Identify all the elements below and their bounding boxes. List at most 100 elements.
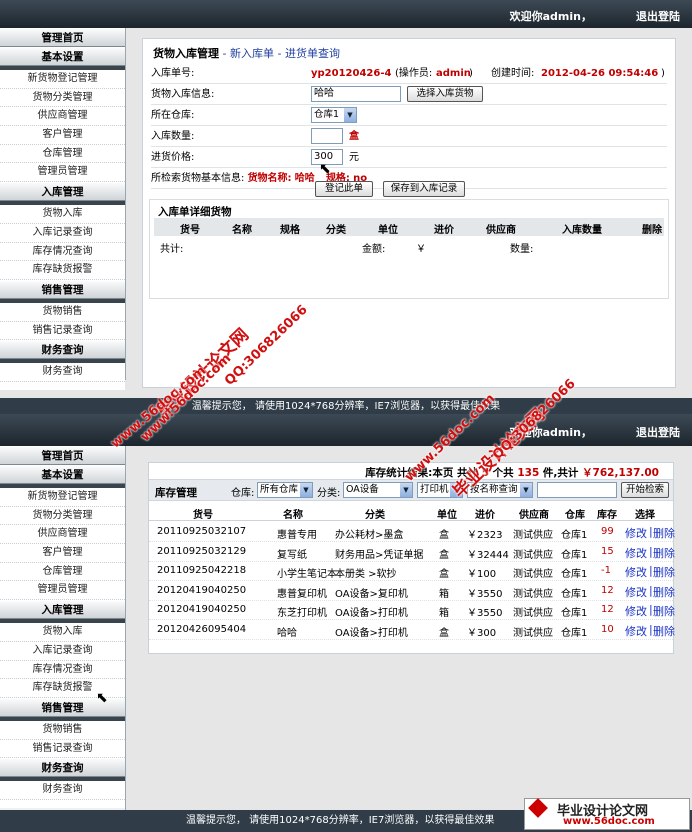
cell-wh: 仓库1	[561, 530, 588, 541]
sidebar-item-sales[interactable]: 货物销售	[0, 720, 125, 740]
cell-code: 20120419040250	[157, 604, 247, 615]
cell-wh: 仓库1	[561, 588, 588, 600]
cell-price: ￥3550	[467, 588, 503, 600]
info-goods-name: 哈哈	[294, 173, 315, 184]
quantity-unit: 盒	[349, 131, 359, 142]
nav-home[interactable]: 管理首页	[0, 28, 125, 47]
cell-code: 20110925042218	[157, 565, 247, 576]
new-in-order-link[interactable]: 新入库单	[230, 47, 274, 60]
sidebar-item-finance[interactable]: 财务查询	[0, 781, 125, 800]
logo-icon	[528, 798, 548, 818]
edit-link[interactable]: 修改	[625, 584, 647, 600]
delete-link[interactable]: 删除	[653, 564, 675, 580]
quantity-input[interactable]	[311, 128, 343, 144]
stock-in-screen: 欢迎你admin， 退出登陆 管理首页 基本设置 新货物登记管理 货物分类管理 …	[0, 0, 692, 416]
sidebar-item-supplier[interactable]: 供应商管理	[0, 107, 125, 127]
sidebar-item-sales-records[interactable]: 销售记录查询	[0, 321, 125, 341]
price-unit: 元	[349, 152, 359, 163]
sidebar-item-admin[interactable]: 管理员管理	[0, 581, 125, 601]
table-row: 20120426095404 哈哈 OA设备>打印机 盒 ￥300 测试供应 仓库1 10 修改…	[149, 621, 675, 640]
nav-basic-settings[interactable]: 基本设置	[0, 465, 125, 484]
cell-sup: 测试供应	[513, 627, 553, 639]
sidebar-item-supplier[interactable]: 供应商管理	[0, 525, 125, 545]
cell-sup: 测试供应	[513, 549, 553, 561]
order-no: yp20120426-4	[311, 68, 392, 79]
delete-link[interactable]: 删除	[653, 545, 675, 561]
chevron-down-icon: ▼	[520, 483, 532, 497]
cell-unit: 箱	[439, 608, 449, 619]
sidebar: 管理首页 基本设置 新货物登记管理 货物分类管理 供应商管理 客户管理 仓库管理…	[0, 446, 126, 810]
edit-link[interactable]: 修改	[625, 545, 647, 561]
sidebar-item-goods-register[interactable]: 新货物登记管理	[0, 70, 125, 89]
sidebar-item-warehouse[interactable]: 仓库管理	[0, 562, 125, 582]
cell-price: ￥300	[467, 627, 497, 639]
nav-basic-settings[interactable]: 基本设置	[0, 47, 125, 66]
table-row: 20110925032129 复写纸 财务用品>凭证单据 盒 ￥32444 测试供应 仓库1…	[149, 543, 675, 562]
nav-finance[interactable]: 财务查询	[0, 758, 125, 778]
form-header: 货物入库管理 - 新入库单 - 进货单查询	[153, 47, 340, 60]
sidebar-item-customer[interactable]: 客户管理	[0, 126, 125, 145]
detail-table-header: 货号 名称 规格 分类 单位 进价 供应商 入库数量 删除	[154, 218, 664, 236]
table-row: 20110925032107 惠普专用 办公耗材>墨盒 盒 ￥2323 测试供应 仓库1 99…	[149, 523, 675, 542]
purchase-query-link[interactable]: 进货单查询	[285, 47, 340, 60]
sidebar-item-stock-alert[interactable]: 库存缺货报警	[0, 261, 125, 280]
sidebar-item-goods-category[interactable]: 货物分类管理	[0, 88, 125, 108]
edit-link[interactable]: 修改	[625, 564, 647, 580]
created-time: 2012-04-26 09:54:46	[541, 68, 659, 79]
nav-sales[interactable]: 销售管理	[0, 279, 125, 299]
nav-finance[interactable]: 财务查询	[0, 340, 125, 360]
delete-link[interactable]: 删除	[653, 584, 675, 600]
delete-link[interactable]: 删除	[653, 603, 675, 619]
cell-code: 20120426095404	[157, 623, 247, 635]
cell-name: 哈哈	[277, 627, 297, 639]
search-input[interactable]	[537, 482, 617, 498]
cell-unit: 盒	[439, 569, 449, 580]
warehouse-row: 所在仓库: 仓库1 ▼	[151, 105, 667, 126]
welcome-text: 欢迎你admin，	[509, 10, 592, 23]
logout-link[interactable]: 退出登陆	[636, 424, 680, 440]
cell-sup: 测试供应	[513, 608, 553, 619]
sidebar-item-warehouse[interactable]: 仓库管理	[0, 144, 125, 164]
sidebar-item-stock-status[interactable]: 库存情况查询	[0, 660, 125, 680]
sidebar-item-in-records[interactable]: 入库记录查询	[0, 223, 125, 243]
sidebar-item-customer[interactable]: 客户管理	[0, 544, 125, 563]
detail-title: 入库单详细货物	[158, 206, 232, 218]
cell-wh: 仓库1	[561, 569, 588, 580]
cell-cat: OA设备>复印机	[335, 588, 408, 600]
sidebar-item-goods-in[interactable]: 货物入库	[0, 623, 125, 642]
sidebar-item-finance[interactable]: 财务查询	[0, 363, 125, 382]
cell-name: 复写纸	[277, 549, 307, 561]
delete-link[interactable]: 删除	[653, 525, 675, 541]
nav-stock-in[interactable]: 入库管理	[0, 600, 125, 620]
mouse-cursor: ⬉	[319, 161, 331, 177]
edit-link[interactable]: 修改	[625, 525, 647, 541]
category-select[interactable]: OA设备 ▼	[343, 482, 413, 498]
sidebar-item-goods-register[interactable]: 新货物登记管理	[0, 488, 125, 507]
register-order-button[interactable]: 登记此单	[315, 181, 373, 197]
sidebar-item-in-records[interactable]: 入库记录查询	[0, 641, 125, 661]
cell-cat: 财务用品>凭证单据	[335, 549, 424, 561]
warehouse-filter-select[interactable]: 所有仓库 ▼	[257, 482, 313, 498]
cell-unit: 盒	[439, 549, 449, 561]
table-row: 20120419040250 东芝打印机 OA设备>打印机 箱 ￥3550 测试供应 仓库1…	[149, 601, 675, 620]
nav-stock-in[interactable]: 入库管理	[0, 182, 125, 202]
nav-home[interactable]: 管理首页	[0, 446, 125, 465]
cell-code: 20120419040250	[157, 584, 247, 596]
search-button[interactable]: 开始检索	[621, 482, 669, 498]
goods-input[interactable]: 哈哈	[311, 86, 401, 102]
select-goods-button[interactable]: 选择入库货物	[407, 86, 483, 102]
detail-amount: ￥	[416, 244, 426, 255]
edit-link[interactable]: 修改	[625, 603, 647, 619]
warehouse-select[interactable]: 仓库1 ▼	[311, 107, 357, 123]
save-record-button[interactable]: 保存到入库记录	[383, 181, 465, 197]
sidebar-item-admin[interactable]: 管理员管理	[0, 163, 125, 183]
edit-link[interactable]: 修改	[625, 623, 647, 639]
sidebar-item-sales[interactable]: 货物销售	[0, 302, 125, 322]
sidebar-item-stock-status[interactable]: 库存情况查询	[0, 242, 125, 262]
sidebar-item-goods-in[interactable]: 货物入库	[0, 205, 125, 224]
cell-unit: 盒	[439, 627, 449, 639]
sidebar-item-goods-category[interactable]: 货物分类管理	[0, 506, 125, 526]
delete-link[interactable]: 删除	[653, 623, 675, 639]
sidebar-item-sales-records[interactable]: 销售记录查询	[0, 739, 125, 759]
logout-link[interactable]: 退出登陆	[636, 8, 680, 24]
